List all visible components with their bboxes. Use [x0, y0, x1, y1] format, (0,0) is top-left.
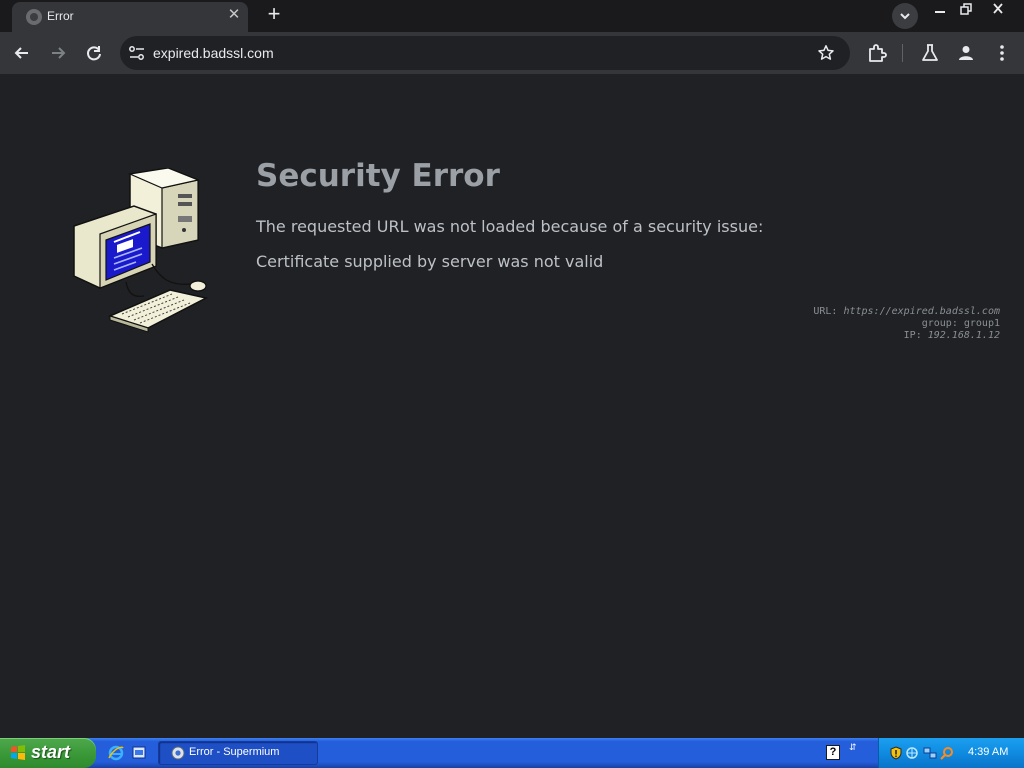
request-meta: URL: https://expired.badssl.com group: g…: [813, 306, 1000, 342]
tab-search-button[interactable]: [892, 3, 918, 29]
puzzle-icon: [869, 44, 887, 62]
shield-icon[interactable]: [889, 746, 903, 760]
minimize-icon: [935, 11, 945, 13]
close-icon[interactable]: ✕: [226, 7, 242, 23]
error-detail: Certificate supplied by server was not v…: [256, 252, 604, 271]
tab-error[interactable]: Error ✕: [12, 2, 248, 32]
meta-group-label: group:: [921, 318, 958, 329]
forward-button[interactable]: [47, 42, 69, 64]
meta-group-value: group1: [963, 318, 1000, 329]
taskbar-clock: 4:39 AM: [968, 746, 1009, 758]
language-bar-arrows[interactable]: ⇵: [849, 743, 857, 752]
restore-icon: [960, 3, 972, 15]
minimize-button[interactable]: [927, 0, 953, 18]
taskbar-item-label: Error - Supermium: [189, 746, 280, 758]
more-vert-icon: [1000, 45, 1004, 61]
site-info-icon[interactable]: [128, 45, 146, 61]
meta-ip-label: IP:: [903, 330, 922, 341]
profile-button[interactable]: [955, 42, 977, 64]
network-icon[interactable]: [905, 746, 919, 760]
bookmark-star-button[interactable]: [817, 44, 835, 67]
restore-button[interactable]: [953, 0, 979, 18]
meta-group-row: group: group1: [813, 318, 1000, 330]
internet-explorer-icon[interactable]: [108, 745, 124, 761]
network-connections-icon[interactable]: [923, 746, 937, 760]
taskbar: start Error - Supermium ? ⇵ 4:39 AM: [0, 738, 1024, 768]
reload-icon: [87, 46, 101, 61]
menu-button[interactable]: [991, 42, 1013, 64]
meta-ip-value: 192.168.1.12: [927, 330, 1000, 341]
star-icon: [818, 45, 834, 60]
close-window-button[interactable]: [985, 0, 1011, 18]
back-button[interactable]: [11, 42, 33, 64]
windows-logo-icon: [11, 745, 25, 760]
arrow-left-icon: [14, 47, 28, 59]
url-text[interactable]: expired.badssl.com: [153, 45, 274, 61]
chevron-down-icon: [900, 13, 910, 20]
page-title: Security Error: [256, 158, 500, 194]
address-bar[interactable]: expired.badssl.com: [120, 36, 850, 70]
system-tray: 4:39 AM: [878, 738, 1024, 768]
search-icon[interactable]: [940, 746, 954, 760]
flask-icon: [922, 44, 938, 61]
show-desktop-icon[interactable]: [131, 745, 147, 761]
taskbar-item-supermium[interactable]: Error - Supermium: [158, 741, 318, 765]
labs-button[interactable]: [919, 42, 941, 64]
close-icon: [993, 3, 1003, 14]
meta-url-value: https://expired.badssl.com: [843, 306, 1000, 317]
globe-icon: [26, 9, 42, 25]
meta-url-row: URL: https://expired.badssl.com: [813, 306, 1000, 318]
tab-strip: Error ✕ +: [0, 0, 1024, 32]
tab-title: Error: [47, 9, 74, 23]
start-label: start: [31, 742, 71, 762]
arrow-right-icon: [52, 47, 66, 59]
computer-icon: [73, 168, 209, 333]
extensions-button[interactable]: [866, 42, 888, 64]
start-button[interactable]: start: [0, 738, 96, 768]
person-icon: [959, 46, 973, 60]
help-icon[interactable]: ?: [826, 745, 840, 760]
error-page: Security Error The requested URL was not…: [0, 74, 1024, 738]
error-description: The requested URL was not loaded because…: [256, 217, 764, 236]
supermium-icon: [171, 746, 185, 760]
toolbar-divider: [902, 44, 903, 62]
meta-ip-row: IP: 192.168.1.12: [813, 330, 1000, 342]
browser-toolbar: expired.badssl.com: [0, 32, 1024, 74]
new-tab-button[interactable]: +: [262, 3, 286, 27]
meta-url-label: URL:: [813, 306, 838, 317]
reload-button[interactable]: [83, 42, 105, 64]
